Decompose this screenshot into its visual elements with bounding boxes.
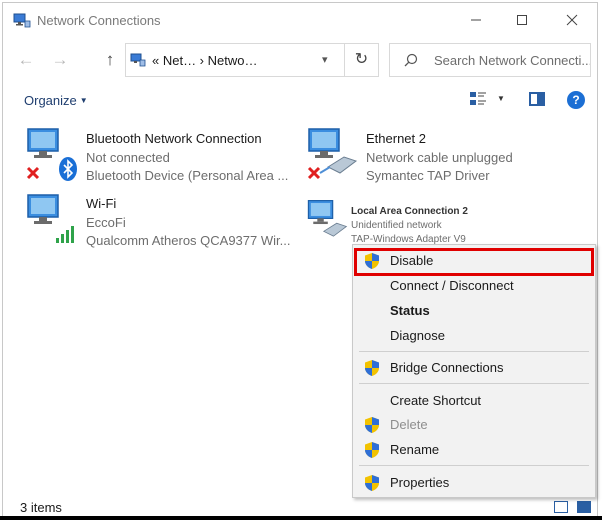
item-count: 3 items [20,500,62,515]
up-arrow-icon[interactable]: ↑ [99,49,121,71]
command-bar: Organize ▼ ▼ ? [3,85,597,115]
menu-item-label: Delete [390,417,428,432]
menu-item-label: Bridge Connections [390,360,504,375]
chevron-down-icon[interactable]: ▾ [322,53,328,66]
menu-separator [359,351,589,352]
menu-item-label: Diagnose [390,328,445,343]
network-adapter-icon [307,200,348,237]
connection-name: Ethernet 2 [366,131,426,146]
close-button[interactable] [549,3,595,37]
address-bar[interactable]: « Net… › Netwo… ▾ [125,43,345,77]
uac-shield-icon [365,442,379,458]
bluetooth-icon [59,157,77,181]
menu-item-label: Status [390,303,430,318]
menu-item-label: Connect / Disconnect [390,278,514,293]
network-connections-icon [13,13,31,28]
connection-name: Wi-Fi [86,196,117,211]
highlight-annotation [354,248,594,276]
maximize-icon [517,15,527,25]
organize-button[interactable]: Organize ▼ [24,93,88,108]
details-view-icon[interactable] [554,501,568,513]
menu-item-bridge-connections[interactable]: Bridge Connections [353,356,595,380]
tiles-view-icon[interactable] [577,501,591,513]
search-input[interactable]: Search Network Connecti... [389,43,591,77]
caret-down-icon: ▼ [79,96,88,105]
view-options-dropdown-icon[interactable]: ▼ [497,94,505,103]
minimize-button[interactable] [453,3,499,37]
title-bar: Network Connections [3,3,597,37]
connection-name: Bluetooth Network Connection [86,131,262,146]
connection-status: Unidentified network [351,220,442,231]
preview-pane-button[interactable] [529,92,545,106]
connection-status: Network cable unplugged [366,150,513,165]
maximize-button[interactable] [499,3,545,37]
close-icon [566,14,578,26]
connection-device: Qualcomm Atheros QCA9377 Wir... [86,233,291,248]
forward-arrow-icon[interactable]: → [49,49,71,71]
connection-status: Not connected [86,150,170,165]
uac-shield-icon [365,360,379,376]
red-x-icon [26,166,40,180]
back-arrow-icon[interactable]: ← [15,49,37,71]
menu-item-status[interactable]: Status [353,299,595,323]
menu-separator [359,465,589,466]
connection-device: Bluetooth Device (Personal Area ... [86,168,289,183]
red-x-icon [307,166,321,180]
help-button[interactable]: ? [567,91,585,109]
menu-item-delete: Delete [353,413,595,437]
refresh-button[interactable]: ↻ [345,43,379,77]
search-placeholder: Search Network Connecti... [434,53,590,68]
organize-label: Organize [24,93,77,108]
navigation-bar: ← → ↑ « Net… › Netwo… ▾ ↻ Search Network… [3,41,597,77]
refresh-icon: ↻ [354,51,369,68]
menu-item-label: Rename [390,442,440,457]
menu-separator [359,383,589,384]
window-title: Network Connections [37,13,161,28]
menu-item-label: Create Shortcut [390,393,482,408]
search-icon [404,53,418,67]
change-view-icon[interactable] [469,91,487,107]
connection-name: Local Area Connection 2 [351,206,468,217]
menu-item-properties[interactable]: Properties [353,471,595,495]
uac-shield-icon [365,417,379,433]
connection-device: Symantec TAP Driver [366,168,490,183]
connection-status: EccoFi [86,215,126,230]
wifi-signal-icon [56,226,74,243]
breadcrumb[interactable]: « Net… › Netwo… [152,53,257,68]
menu-item-rename[interactable]: Rename [353,438,595,462]
menu-item-create-shortcut[interactable]: Create Shortcut [353,389,595,413]
bottom-edge [0,516,602,520]
menu-item-diagnose[interactable]: Diagnose [353,324,595,348]
menu-item-label: Properties [390,475,450,490]
menu-item-connect-disconnect[interactable]: Connect / Disconnect [353,274,595,298]
status-bar: 3 items [3,497,597,517]
context-menu: Disable Connect / Disconnect Status Diag… [352,244,596,498]
minimize-icon [471,19,481,21]
uac-shield-icon [365,475,379,491]
network-connections-icon [130,53,146,67]
